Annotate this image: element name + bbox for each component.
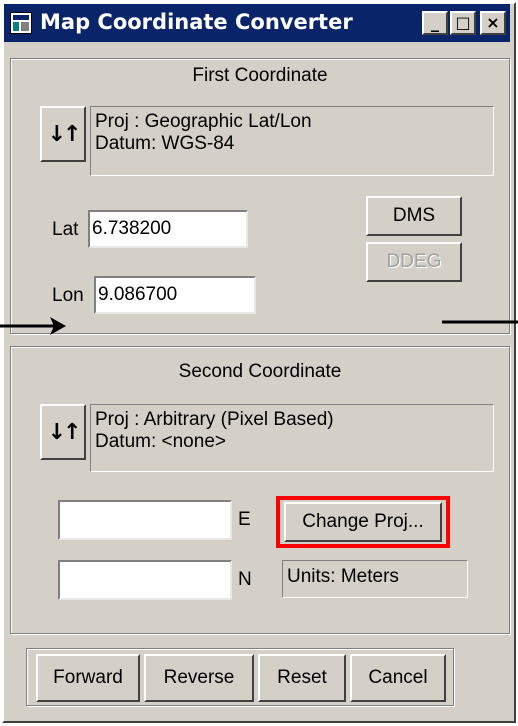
first-projection-text: Proj : Geographic Lat/Lon [95, 111, 312, 132]
lon-input[interactable] [94, 276, 256, 314]
minimize-button[interactable]: _ [422, 11, 448, 35]
second-coordinate-title: Second Coordinate [178, 361, 342, 382]
swap-arrows-icon: ↓↑ [47, 419, 82, 445]
cancel-button[interactable]: Cancel [350, 654, 446, 702]
dms-button[interactable]: DMS [366, 196, 462, 236]
units-display: Units: Meters [282, 560, 468, 598]
lat-label: Lat [52, 219, 79, 240]
ddeg-button[interactable]: DDEG [366, 242, 462, 282]
second-swap-button[interactable]: ↓↑ [40, 404, 86, 460]
swap-arrows-icon: ↓↑ [47, 121, 82, 147]
lat-input[interactable] [88, 210, 248, 248]
maximize-button[interactable]: □ [450, 11, 476, 35]
first-datum-text: Datum: WGS-84 [95, 133, 235, 154]
northing-input[interactable] [58, 560, 232, 600]
second-projection-text: Proj : Arbitrary (Pixel Based) [95, 409, 334, 430]
reverse-button[interactable]: Reverse [144, 654, 254, 702]
window-title: Map Coordinate Converter [40, 10, 353, 34]
easting-input[interactable] [58, 500, 232, 540]
second-projection-info: Proj : Arbitrary (Pixel Based) Datum: <n… [90, 404, 494, 472]
second-datum-text: Datum: <none> [95, 431, 226, 452]
first-projection-info: Proj : Geographic Lat/Lon Datum: WGS-84 [90, 106, 494, 176]
reset-button[interactable]: Reset [258, 654, 346, 702]
northing-label: N [238, 569, 252, 590]
change-projection-highlight [276, 496, 450, 548]
easting-label: E [238, 509, 251, 530]
app-icon [10, 12, 32, 34]
title-bar[interactable]: Map Coordinate Converter _ □ × [4, 4, 510, 42]
first-swap-button[interactable]: ↓↑ [40, 106, 86, 162]
left-arrow-icon [0, 317, 66, 335]
first-coordinate-title: First Coordinate [192, 65, 328, 86]
lon-label: Lon [52, 285, 84, 306]
close-button[interactable]: × [480, 11, 506, 35]
right-line-indicator [442, 320, 518, 324]
forward-button[interactable]: Forward [36, 654, 140, 702]
